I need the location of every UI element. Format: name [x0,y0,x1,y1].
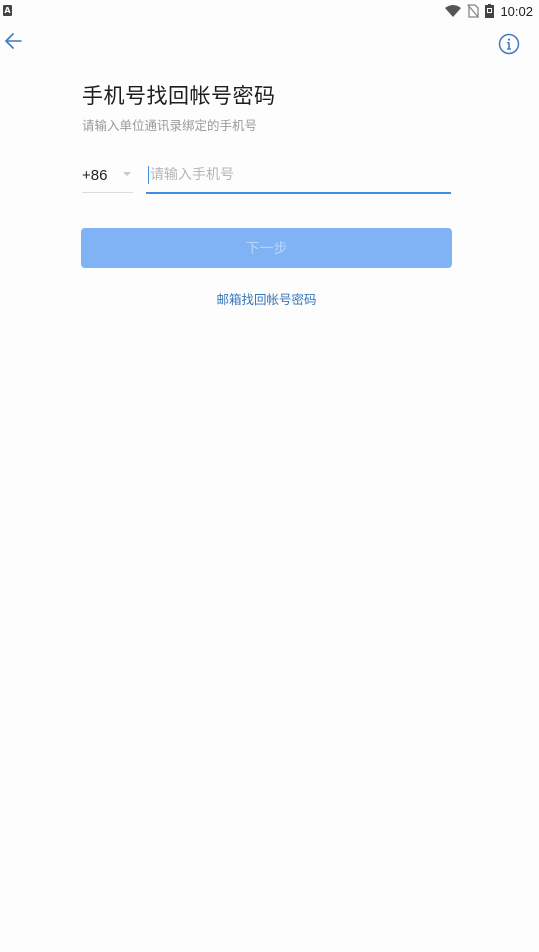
back-button[interactable] [0,30,26,56]
notification-a-icon: A [3,5,12,16]
phone-field[interactable] [146,158,451,194]
wifi-icon [445,5,462,17]
page-subtitle: 请输入单位通讯录绑定的手机号 [82,118,258,133]
country-code-value: +86 [82,166,108,184]
battery-icon [485,4,495,18]
caret-down-icon [123,172,131,176]
info-button[interactable] [498,33,520,55]
page-title: 手机号找回帐号密码 [82,84,276,108]
status-time: 10:02 [500,3,533,19]
status-bar: A 10:02 [0,0,539,22]
status-icons: 10:02 [445,2,533,20]
no-sim-icon [467,4,480,18]
next-button[interactable]: 下一步 [81,228,452,268]
email-recovery-link[interactable]: 邮箱找回帐号密码 [0,289,533,308]
arrow-left-icon [4,33,22,53]
info-icon [498,33,520,59]
country-code-selector[interactable]: +86 [82,158,133,193]
phone-input[interactable] [149,167,440,183]
